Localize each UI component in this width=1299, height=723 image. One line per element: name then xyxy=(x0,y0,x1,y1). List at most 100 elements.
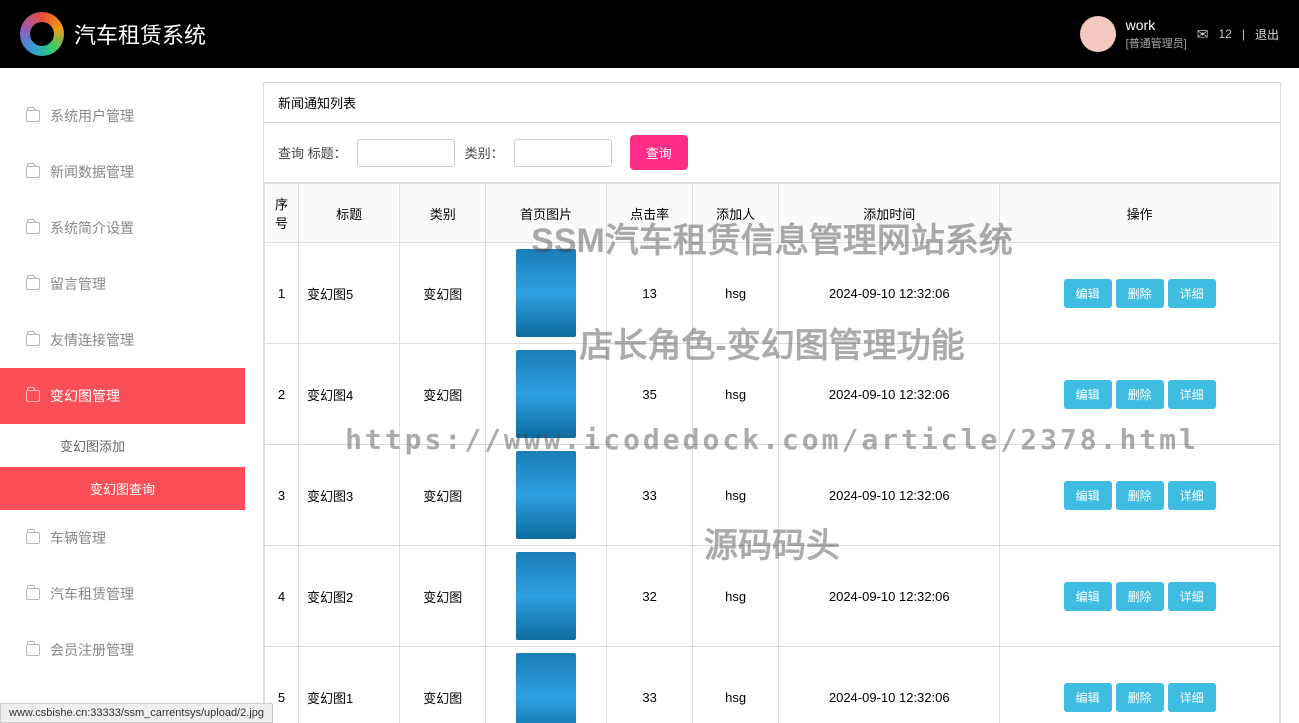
table-header: 类别 xyxy=(400,184,486,243)
folder-icon xyxy=(26,110,40,122)
detail-button[interactable]: 详细 xyxy=(1168,481,1216,510)
sidebar-item-links[interactable]: 友情连接管理 xyxy=(0,312,245,368)
delete-button[interactable]: 删除 xyxy=(1116,279,1164,308)
cell-time: 2024-09-10 12:32:06 xyxy=(779,445,1000,546)
delete-button[interactable]: 删除 xyxy=(1116,380,1164,409)
thumbnail-image[interactable] xyxy=(516,249,576,337)
detail-button[interactable]: 详细 xyxy=(1168,380,1216,409)
user-role: [普通管理员] xyxy=(1126,35,1187,51)
sidebar-item-messages[interactable]: 留言管理 xyxy=(0,256,245,312)
cell-category: 变幻图 xyxy=(400,546,486,647)
delete-button[interactable]: 删除 xyxy=(1116,582,1164,611)
folder-icon xyxy=(26,222,40,234)
table-header: 点击率 xyxy=(607,184,693,243)
table-header: 添加人 xyxy=(693,184,779,243)
cell-adder: hsg xyxy=(693,243,779,344)
cell-time: 2024-09-10 12:32:06 xyxy=(779,546,1000,647)
cell-image xyxy=(486,445,607,546)
cell-time: 2024-09-10 12:32:06 xyxy=(779,344,1000,445)
cell-title: 变幻图4 xyxy=(299,344,400,445)
table-header: 添加时间 xyxy=(779,184,1000,243)
cell-index: 2 xyxy=(265,344,299,445)
folder-icon xyxy=(26,532,40,544)
input-category[interactable] xyxy=(514,139,612,167)
detail-button[interactable]: 详细 xyxy=(1168,582,1216,611)
sidebar-item-slides[interactable]: 变幻图管理 xyxy=(0,368,245,424)
label-title: 查询 标题： xyxy=(278,143,347,162)
cell-hits: 13 xyxy=(607,243,693,344)
mail-icon[interactable]: ✉ xyxy=(1197,26,1209,43)
delete-button[interactable]: 删除 xyxy=(1116,683,1164,712)
folder-icon xyxy=(26,334,40,346)
cell-hits: 32 xyxy=(607,546,693,647)
search-button[interactable]: 查询 xyxy=(630,135,688,170)
thumbnail-image[interactable] xyxy=(516,653,576,723)
table-header: 序号 xyxy=(265,184,299,243)
table-header: 首页图片 xyxy=(486,184,607,243)
cell-time: 2024-09-10 12:32:06 xyxy=(779,647,1000,723)
detail-button[interactable]: 详细 xyxy=(1168,279,1216,308)
cell-adder: hsg xyxy=(693,546,779,647)
thumbnail-image[interactable] xyxy=(516,350,576,438)
detail-button[interactable]: 详细 xyxy=(1168,683,1216,712)
edit-button[interactable]: 编辑 xyxy=(1064,582,1112,611)
cell-index: 4 xyxy=(265,546,299,647)
thumbnail-image[interactable] xyxy=(516,451,576,539)
input-title[interactable] xyxy=(357,139,455,167)
cell-category: 变幻图 xyxy=(400,243,486,344)
cell-actions: 编辑删除详细 xyxy=(1000,243,1280,344)
table-header: 操作 xyxy=(1000,184,1280,243)
edit-button[interactable]: 编辑 xyxy=(1064,279,1112,308)
table-row: 5变幻图1变幻图33hsg2024-09-10 12:32:06编辑删除详细 xyxy=(265,647,1280,723)
sidebar-item-cars[interactable]: 车辆管理 xyxy=(0,510,245,566)
logout-link[interactable]: 退出 xyxy=(1255,26,1279,43)
username: work xyxy=(1126,17,1187,33)
cell-image xyxy=(486,546,607,647)
thumbnail-image[interactable] xyxy=(516,552,576,640)
panel-title: 新闻通知列表 xyxy=(264,83,1280,123)
cell-title: 变幻图5 xyxy=(299,243,400,344)
label-category: 类别： xyxy=(465,143,504,162)
sidebar-item-intro[interactable]: 系统简介设置 xyxy=(0,200,245,256)
sidebar-item-users[interactable]: 系统用户管理 xyxy=(0,88,245,144)
edit-button[interactable]: 编辑 xyxy=(1064,481,1112,510)
edit-button[interactable]: 编辑 xyxy=(1064,683,1112,712)
folder-icon xyxy=(26,588,40,600)
table-row: 1变幻图5变幻图13hsg2024-09-10 12:32:06编辑删除详细 xyxy=(265,243,1280,344)
delete-button[interactable]: 删除 xyxy=(1116,481,1164,510)
msg-count: 12 xyxy=(1219,27,1232,41)
edit-button[interactable]: 编辑 xyxy=(1064,380,1112,409)
cell-adder: hsg xyxy=(693,647,779,723)
cell-category: 变幻图 xyxy=(400,445,486,546)
divider: | xyxy=(1242,27,1245,41)
sidebar: 系统用户管理 新闻数据管理 系统简介设置 留言管理 友情连接管理 变幻图管理 变… xyxy=(0,68,245,723)
sidebar-sub-add[interactable]: 变幻图添加 xyxy=(0,424,245,467)
cell-category: 变幻图 xyxy=(400,647,486,723)
sidebar-item-news[interactable]: 新闻数据管理 xyxy=(0,144,245,200)
sidebar-item-rentals[interactable]: 汽车租赁管理 xyxy=(0,566,245,622)
table-row: 2变幻图4变幻图35hsg2024-09-10 12:32:06编辑删除详细 xyxy=(265,344,1280,445)
sidebar-sub-query[interactable]: 变幻图查询 xyxy=(0,467,245,510)
logo-wrap: 汽车租赁系统 xyxy=(20,12,206,56)
logo-icon xyxy=(20,12,64,56)
folder-icon xyxy=(26,166,40,178)
cell-title: 变幻图1 xyxy=(299,647,400,723)
cell-image xyxy=(486,344,607,445)
panel: 新闻通知列表 查询 标题： 类别： 查询 序号标题类别首页图片点击率添加人添加时… xyxy=(263,82,1281,723)
main-content: SSM汽车租赁信息管理网站系统 店长角色-变幻图管理功能 https://www… xyxy=(245,68,1299,723)
folder-icon xyxy=(26,644,40,656)
cell-image xyxy=(486,243,607,344)
cell-actions: 编辑删除详细 xyxy=(1000,546,1280,647)
header: 汽车租赁系统 work [普通管理员] ✉ 12 | 退出 xyxy=(0,0,1299,68)
cell-adder: hsg xyxy=(693,445,779,546)
cell-actions: 编辑删除详细 xyxy=(1000,445,1280,546)
cell-title: 变幻图2 xyxy=(299,546,400,647)
cell-title: 变幻图3 xyxy=(299,445,400,546)
cell-adder: hsg xyxy=(693,344,779,445)
search-bar: 查询 标题： 类别： 查询 xyxy=(264,123,1280,183)
cell-hits: 33 xyxy=(607,647,693,723)
sidebar-item-members[interactable]: 会员注册管理 xyxy=(0,622,245,678)
table-row: 4变幻图2变幻图32hsg2024-09-10 12:32:06编辑删除详细 xyxy=(265,546,1280,647)
cell-hits: 33 xyxy=(607,445,693,546)
avatar[interactable] xyxy=(1080,16,1116,52)
